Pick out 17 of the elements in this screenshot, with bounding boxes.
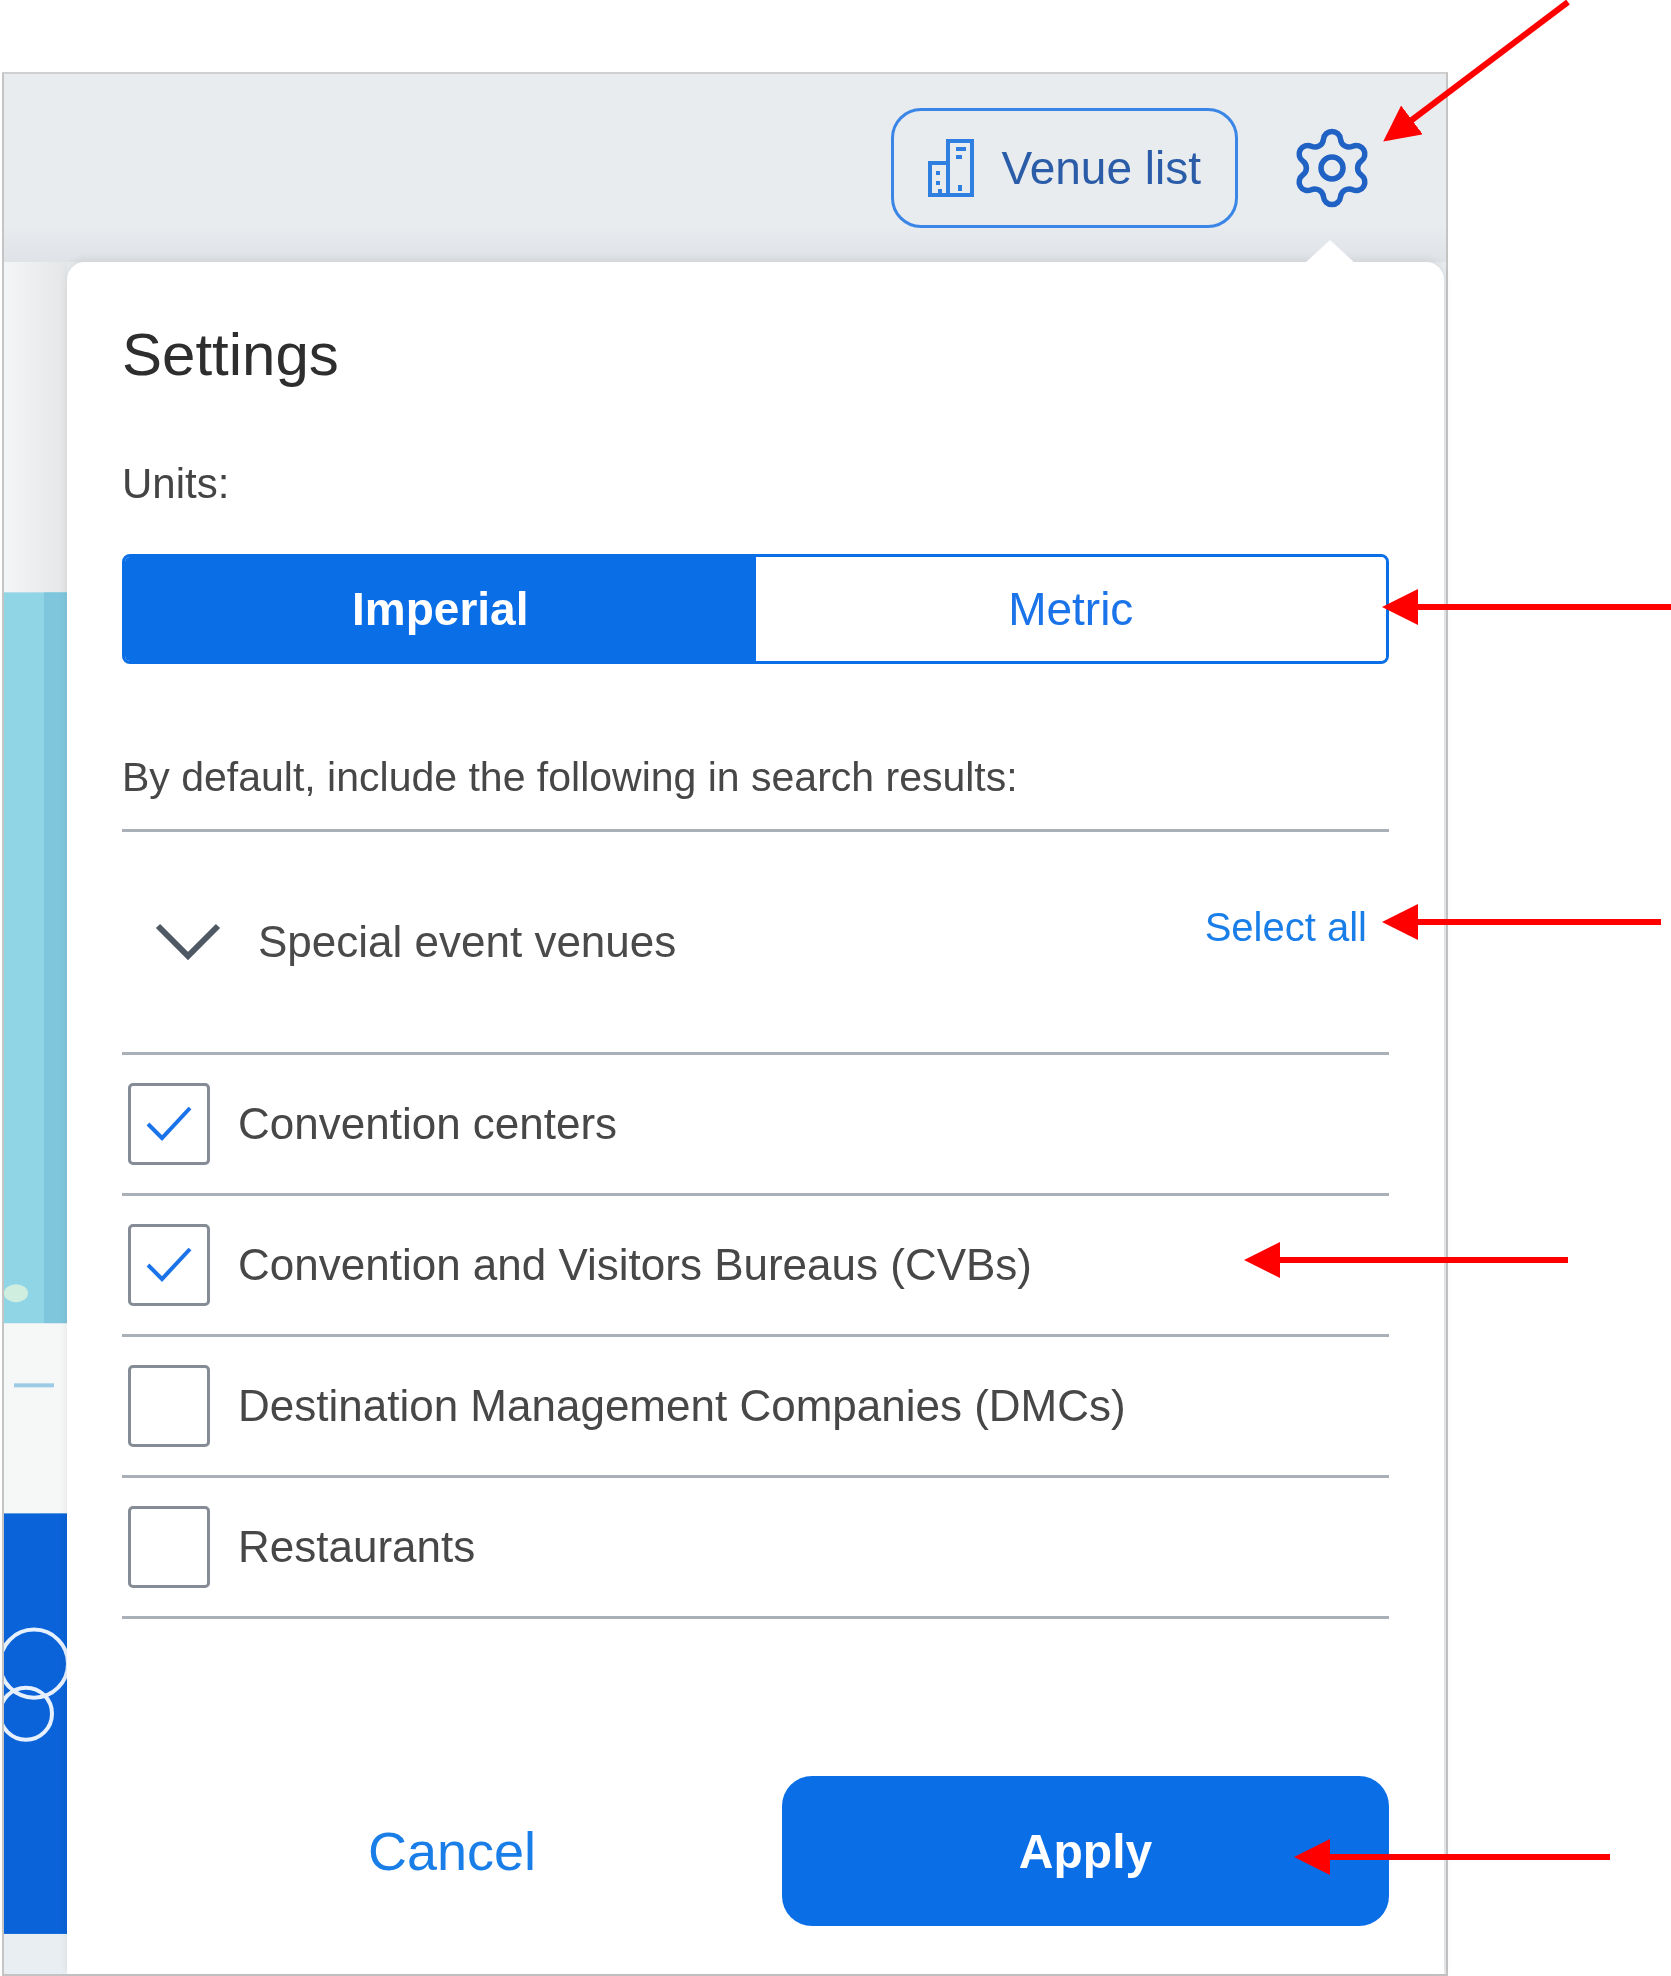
checkbox[interactable] bbox=[128, 1083, 210, 1165]
cancel-button[interactable]: Cancel bbox=[122, 1776, 782, 1926]
checkbox[interactable] bbox=[128, 1365, 210, 1447]
venue-list-button[interactable]: Venue list bbox=[890, 108, 1238, 228]
units-label: Units: bbox=[122, 459, 231, 509]
option-label: Restaurants bbox=[238, 1522, 476, 1572]
checkbox[interactable] bbox=[128, 1224, 210, 1306]
option-label: Destination Management Companies (DMCs) bbox=[238, 1381, 1126, 1431]
checkbox[interactable] bbox=[128, 1506, 210, 1588]
option-label: Convention and Visitors Bureaus (CVBs) bbox=[238, 1240, 1033, 1290]
apply-button[interactable]: Apply bbox=[782, 1776, 1389, 1926]
popover-title: Settings bbox=[122, 319, 340, 390]
description-text: By default, include the following in search results: bbox=[122, 664, 1389, 832]
category-toggle[interactable]: Special event venues bbox=[154, 917, 677, 967]
units-tab[interactable]: Imperial bbox=[125, 557, 756, 661]
select-all-link[interactable]: Select all bbox=[1204, 904, 1367, 950]
option-label: Convention centers bbox=[238, 1099, 618, 1149]
